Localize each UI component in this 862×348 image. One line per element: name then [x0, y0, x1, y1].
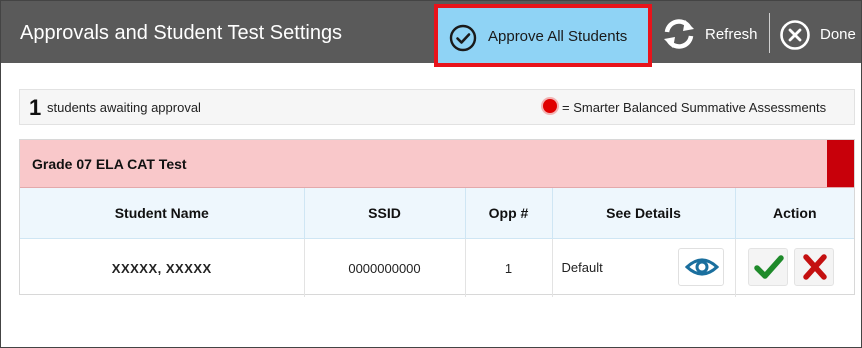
x-icon [802, 254, 827, 280]
ssid-cell: 0000000000 [304, 238, 466, 297]
test-title: Grade 07 ELA CAT Test [32, 156, 187, 172]
awaiting-text: students awaiting approval [47, 100, 201, 115]
sbac-legend-text: = Smarter Balanced Summative Assessments [562, 100, 827, 115]
details-value: Default [561, 260, 603, 275]
column-header-student-name: Student Name [20, 188, 305, 239]
done-label: Done [820, 26, 856, 43]
opp-cell: 1 [465, 238, 553, 297]
table-header-row: Student Name SSID Opp # See Details Acti… [20, 188, 854, 239]
eye-icon [684, 258, 719, 276]
student-name-cell: XXXXX, XXXXX [20, 238, 305, 297]
refresh-button[interactable]: Refresh [661, 15, 766, 55]
table-row: XXXXX, XXXXX 0000000000 1 Default [20, 238, 854, 298]
view-details-button[interactable] [677, 248, 724, 286]
approve-student-button[interactable] [747, 248, 788, 286]
test-panel: Grade 07 ELA CAT Test Student Name SSID … [19, 139, 855, 297]
column-header-action: Action [735, 188, 854, 239]
column-header-opp: Opp # [465, 188, 553, 239]
dialog-header: Approvals and Student Test Settings Appr… [1, 1, 861, 67]
details-cell: Default [552, 238, 736, 297]
column-header-ssid: SSID [304, 188, 466, 239]
approval-summary-bar: 1 students awaiting approval = Smarter B… [19, 89, 855, 125]
sbac-legend-dot-icon [543, 99, 557, 113]
test-title-bar: Grade 07 ELA CAT Test [20, 140, 854, 188]
column-header-see-details: See Details [552, 188, 736, 239]
approvals-dialog: Approvals and Student Test Settings Appr… [0, 0, 862, 348]
header-divider [769, 13, 770, 53]
refresh-icon [664, 19, 694, 49]
approve-all-students-label: Approve All Students [488, 28, 628, 45]
close-circle-icon [780, 20, 810, 50]
refresh-label: Refresh [705, 26, 758, 43]
deny-student-button[interactable] [793, 248, 834, 286]
students-table: Student Name SSID Opp # See Details Acti… [20, 188, 854, 297]
approve-all-students-button[interactable]: Approve All Students [434, 4, 652, 67]
dialog-title: Approvals and Student Test Settings [20, 22, 343, 44]
checkmark-icon [753, 255, 784, 279]
awaiting-count: 1 [29, 95, 42, 120]
action-cell [735, 239, 854, 298]
sbac-flag-marker [827, 140, 854, 187]
done-button[interactable]: Done [779, 15, 861, 55]
check-circle-icon [449, 24, 477, 52]
